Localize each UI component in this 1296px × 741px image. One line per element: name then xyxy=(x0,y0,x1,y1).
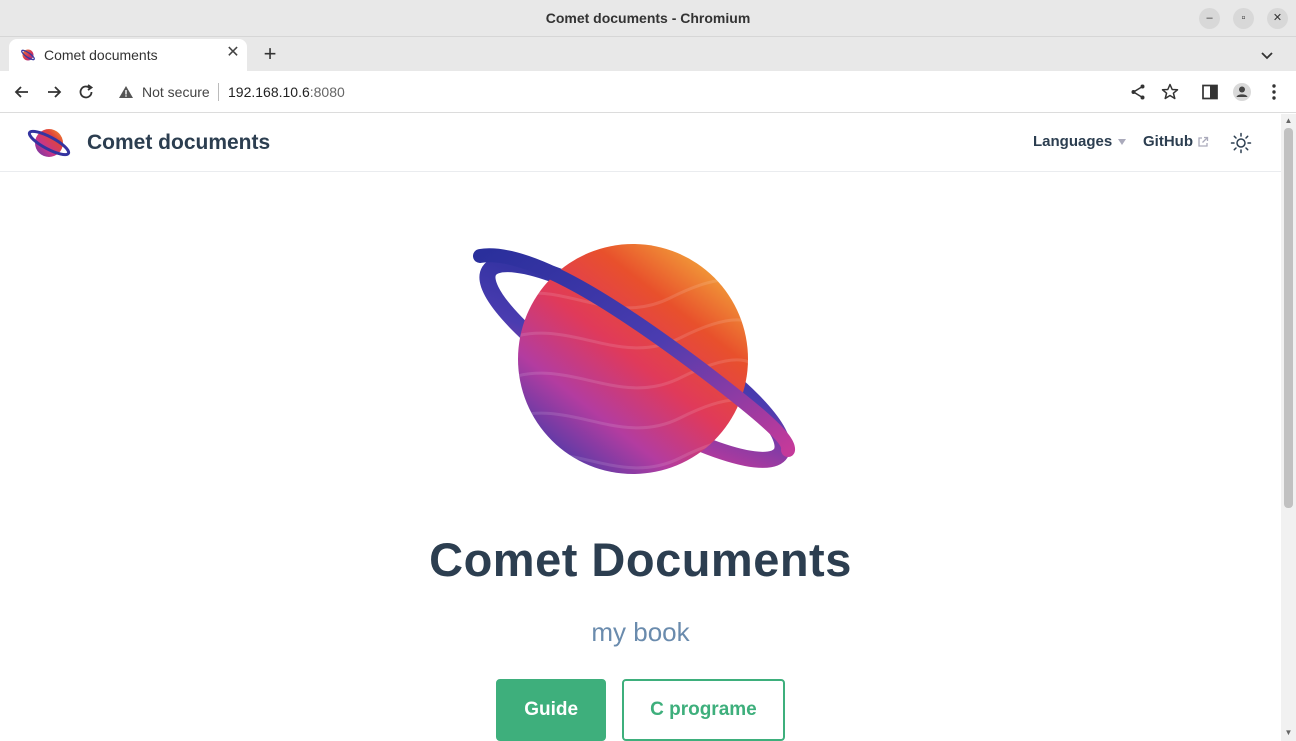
scrollbar-thumb[interactable] xyxy=(1284,128,1293,508)
url-text[interactable]: 192.168.10.6:8080 xyxy=(228,84,345,100)
window-titlebar: Comet documents - Chromium – ▫ ✕ xyxy=(0,0,1296,37)
browser-toolbar: Not secure 192.168.10.6:8080 xyxy=(0,71,1296,113)
close-window-button[interactable]: ✕ xyxy=(1267,8,1288,29)
warning-icon[interactable] xyxy=(118,84,134,100)
chevron-down-icon[interactable] xyxy=(1258,46,1276,64)
hero-description: my book xyxy=(591,617,690,647)
reload-icon[interactable] xyxy=(76,82,96,102)
back-arrow-icon[interactable] xyxy=(12,82,32,102)
planet-logo-icon[interactable] xyxy=(27,125,71,161)
page-viewport: Comet documents Languages GitHub Comet D… xyxy=(0,114,1281,741)
scroll-down-arrow-icon[interactable]: ▼ xyxy=(1284,728,1293,737)
tab-close-button[interactable]: ✕ xyxy=(225,45,241,61)
caret-down-icon xyxy=(1118,139,1127,146)
external-link-icon xyxy=(1198,136,1209,147)
bookmark-star-icon[interactable] xyxy=(1160,82,1180,102)
hero-title: Comet Documents xyxy=(429,533,852,586)
omnibox-divider xyxy=(218,83,219,101)
github-link[interactable]: GitHub xyxy=(1143,133,1209,150)
window-title: Comet documents - Chromium xyxy=(545,10,751,26)
languages-dropdown[interactable]: Languages xyxy=(1033,133,1127,150)
share-icon[interactable] xyxy=(1128,82,1148,102)
side-panel-icon[interactable] xyxy=(1200,82,1220,102)
tab-strip: Comet documents ✕ + xyxy=(0,37,1296,71)
hero-actions: Guide C programe xyxy=(0,679,1281,741)
tab-comet-documents[interactable]: Comet documents ✕ xyxy=(9,39,247,71)
guide-button[interactable]: Guide xyxy=(496,679,607,741)
sun-theme-toggle-icon[interactable] xyxy=(1230,132,1252,154)
hero-planet-image xyxy=(473,244,795,474)
maximize-button[interactable]: ▫ xyxy=(1233,8,1254,29)
security-status[interactable]: Not secure xyxy=(142,84,210,100)
menu-kebab-icon[interactable] xyxy=(1264,82,1284,102)
scroll-up-arrow-icon[interactable]: ▲ xyxy=(1284,116,1293,125)
profile-icon[interactable] xyxy=(1232,82,1252,102)
site-title[interactable]: Comet documents xyxy=(87,131,270,155)
tab-title: Comet documents xyxy=(44,47,158,63)
new-tab-button[interactable]: + xyxy=(258,43,282,67)
address-bar[interactable]: Not secure 192.168.10.6:8080 xyxy=(108,76,1190,108)
c-programe-button[interactable]: C programe xyxy=(622,679,785,741)
page-scrollbar[interactable]: ▲ ▼ xyxy=(1281,114,1296,741)
comet-favicon-icon xyxy=(21,49,35,61)
site-navbar: Comet documents Languages GitHub xyxy=(0,114,1281,172)
forward-arrow-icon[interactable] xyxy=(44,82,64,102)
minimize-button[interactable]: – xyxy=(1199,8,1220,29)
